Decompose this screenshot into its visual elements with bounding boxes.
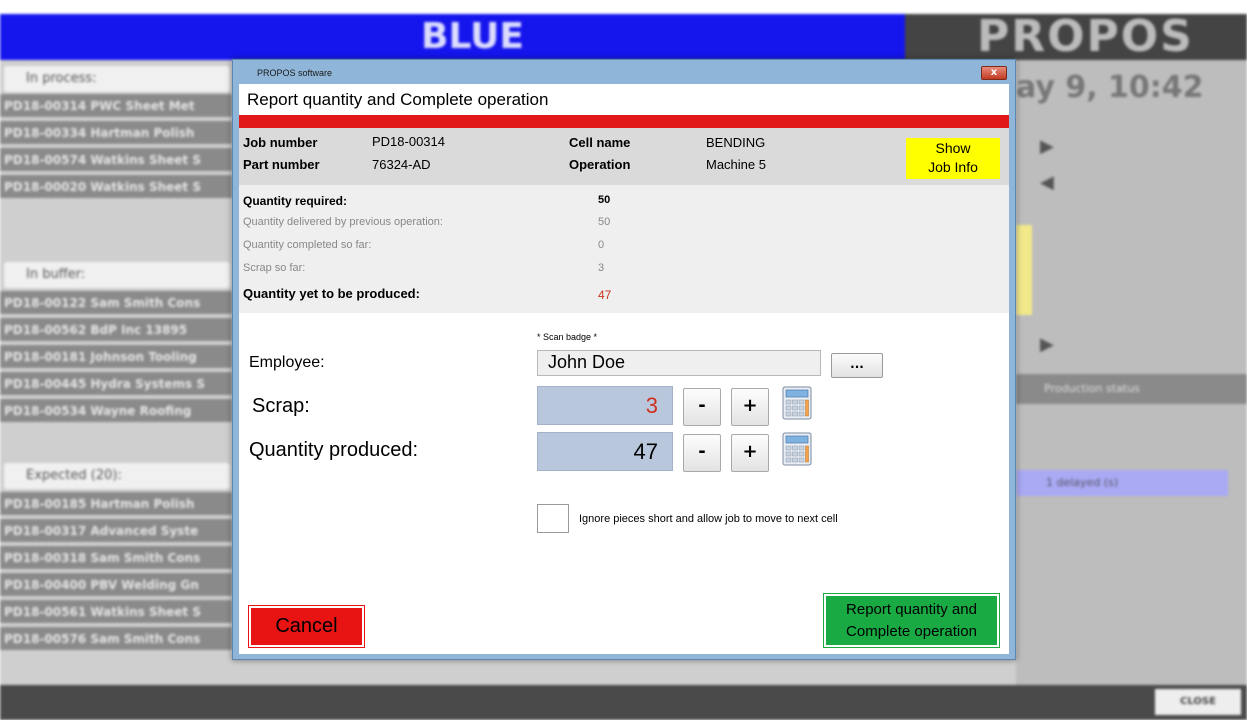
scan-badge-hint: * Scan badge * — [537, 332, 598, 342]
cell-name-label: Cell name — [569, 135, 631, 150]
list-item[interactable]: PD18-00574 Watkins Sheet S — [0, 148, 232, 173]
job-info-panel: Job number PD18-00314 Part number 76324-… — [239, 128, 1009, 185]
quantity-plus-button[interactable]: + — [731, 434, 769, 472]
list-item[interactable]: PD18-00534 Wayne Roofing — [0, 399, 232, 424]
close-button[interactable]: CLOSE — [1155, 689, 1241, 715]
quantity-delivered-value: 50 — [598, 216, 611, 228]
expected-header[interactable]: Expected (20): — [4, 463, 230, 489]
report-dialog: PROPOS software x Report quantity and Co… — [232, 59, 1016, 660]
quantity-minus-button[interactable]: - — [683, 434, 721, 472]
status-bar-indicator — [1016, 225, 1032, 315]
list-item[interactable]: PD18-00400 PBV Welding Gn — [0, 573, 232, 598]
list-item[interactable]: PD18-00318 Sam Smith Cons — [0, 546, 232, 571]
report-complete-button[interactable]: Report quantity and Complete operation — [823, 593, 1000, 648]
calculator-icon[interactable] — [782, 386, 812, 420]
calculator-icon[interactable] — [782, 432, 812, 466]
report-button-line1: Report quantity and — [846, 601, 977, 618]
quantity-produced-label: Quantity produced: — [249, 439, 418, 461]
cell-name-value: BENDING — [706, 135, 766, 150]
ignore-short-checkbox[interactable] — [537, 504, 569, 533]
quantity-yet-value: 47 — [598, 288, 612, 302]
scrap-input[interactable]: 3 — [537, 386, 673, 425]
scrap-so-far-value: 3 — [598, 262, 605, 274]
list-item[interactable]: PD18-00576 Sam Smith Cons — [0, 627, 232, 652]
operation-value: Machine 5 — [706, 157, 766, 172]
employee-field[interactable]: John Doe — [537, 350, 821, 376]
in-buffer-header[interactable]: In buffer: — [4, 262, 230, 288]
list-item[interactable]: PD18-00181 Johnson Tooling — [0, 345, 232, 370]
quantity-yet-label: Quantity yet to be produced: — [243, 286, 420, 301]
list-item[interactable]: PD18-00185 Hartman Polish — [0, 492, 232, 517]
play-icon[interactable]: ▶ — [1040, 136, 1054, 157]
quantity-produced-input[interactable]: 47 — [537, 432, 673, 471]
show-job-info-line1: Show — [935, 140, 971, 156]
close-icon[interactable]: x — [981, 66, 1007, 80]
cancel-button[interactable]: Cancel — [248, 605, 365, 648]
quantity-completed-label: Quantity completed so far: — [243, 239, 372, 251]
scrap-minus-button[interactable]: - — [683, 388, 721, 426]
app-title: PROPOS software — [257, 68, 333, 78]
footer-bar — [0, 685, 1247, 720]
show-job-info-button[interactable]: Show Job Info — [906, 138, 1000, 179]
play-icon[interactable]: ▶ — [1040, 334, 1054, 355]
dialog-titlebar[interactable]: PROPOS software x — [233, 60, 1015, 84]
quantity-summary-panel: Quantity required: 50 Quantity delivered… — [239, 185, 1009, 313]
cell-banner: BLUE — [0, 14, 905, 60]
report-button-line2: Complete operation — [846, 623, 977, 640]
list-item[interactable]: PD18-00122 Sam Smith Cons — [0, 291, 232, 316]
in-process-header[interactable]: In process: — [4, 66, 230, 92]
status-stripe — [239, 115, 1009, 128]
quantity-delivered-label: Quantity delivered by previous operation… — [243, 216, 443, 228]
employee-label: Employee: — [249, 354, 325, 371]
date-time: ay 9, 10:42 — [1016, 70, 1204, 105]
list-item[interactable]: PD18-00561 Watkins Sheet S — [0, 600, 232, 625]
quantity-completed-value: 0 — [598, 239, 605, 251]
list-item[interactable]: PD18-00445 Hydra Systems S — [0, 372, 232, 397]
job-number-value: PD18-00314 — [372, 134, 445, 149]
employee-browse-button[interactable]: ... — [831, 353, 883, 378]
list-item[interactable]: PD18-00334 Hartman Polish — [0, 121, 232, 146]
scrap-so-far-label: Scrap so far: — [243, 262, 306, 274]
part-number-value: 76324-AD — [372, 157, 431, 172]
job-lists-panel: In process: PD18-00314 PWC Sheet Met PD1… — [0, 60, 232, 685]
ignore-short-label: Ignore pieces short and allow job to mov… — [579, 513, 838, 525]
scrap-label: Scrap: — [252, 395, 310, 417]
dialog-heading: Report quantity and Complete operation — [247, 90, 549, 109]
quantity-required-value: 50 — [598, 194, 611, 206]
production-status-header: Production status — [1016, 374, 1247, 404]
list-item[interactable]: PD18-00317 Advanced Syste — [0, 519, 232, 544]
list-item[interactable]: PD18-00020 Watkins Sheet S — [0, 175, 232, 200]
back-icon[interactable]: ◀ — [1040, 172, 1054, 193]
dialog-body: Report quantity and Complete operation J… — [239, 84, 1009, 654]
brand-logo: PROPOS — [905, 14, 1247, 60]
part-number-label: Part number — [243, 157, 320, 172]
quantity-required-label: Quantity required: — [243, 194, 348, 208]
show-job-info-line2: Job Info — [928, 159, 978, 175]
list-item[interactable]: PD18-00562 BdP Inc 13895 — [0, 318, 232, 343]
operation-label: Operation — [569, 157, 631, 172]
scrap-plus-button[interactable]: + — [731, 388, 769, 426]
delayed-badge[interactable]: 1 delayed (s) — [1016, 470, 1228, 496]
list-item[interactable]: PD18-00314 PWC Sheet Met — [0, 94, 232, 119]
job-number-label: Job number — [243, 135, 318, 150]
